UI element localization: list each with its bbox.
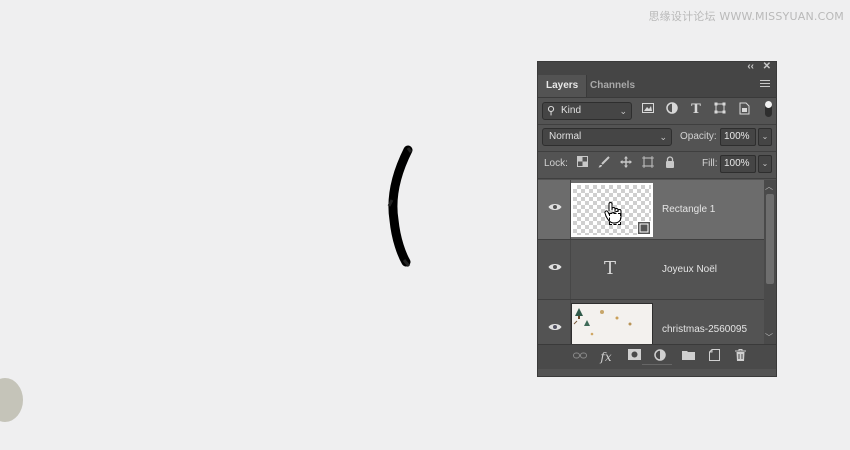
opacity-field[interactable]: 100% [720,128,756,146]
add-mask-icon[interactable] [626,349,642,365]
layer-name[interactable]: Rectangle 1 [662,204,715,215]
layers-bottom-toolbar: fx [538,344,776,369]
layer-row-rectangle-1[interactable]: Rectangle 1 [538,180,764,240]
smart-object-filter-icon[interactable] [736,102,752,118]
chevron-down-icon: ⌄ [619,106,627,116]
filter-kind-select[interactable]: ⚲ Kind ⌄ [542,102,632,120]
lock-artboard-icon[interactable] [640,156,656,172]
shape-filter-icon[interactable] [712,102,728,118]
layer-row-christmas-2560095[interactable]: christmas-2560095 [538,300,764,344]
adjustment-filter-icon[interactable] [664,102,680,118]
brush-stroke [387,145,413,267]
layer-thumbnail-photo[interactable] [571,303,653,344]
delete-layer-icon[interactable] [732,349,748,365]
blend-mode-select[interactable]: Normal ⌄ [542,128,672,146]
vector-mask-icon [637,221,651,235]
layers-list: Rectangle 1 T Joyeux Noël christmas-2560… [538,180,764,344]
image-filter-icon[interactable] [640,102,656,118]
divider [538,151,776,152]
lock-image-pixels-icon[interactable] [596,156,612,172]
filter-toggle-switch[interactable] [765,101,772,117]
fill-field[interactable]: 100% [720,155,756,173]
panel-title-bar[interactable]: ‹‹ ✕ [538,61,776,75]
visibility-eye-icon[interactable] [548,322,562,332]
scroll-thumb[interactable] [766,194,774,284]
scroll-down-icon[interactable]: ﹀ [765,332,773,343]
divider [538,124,776,125]
type-filter-icon[interactable]: T [688,102,704,118]
layer-row-joyeux-noel[interactable]: T Joyeux Noël [538,240,764,300]
watermark-text: 思缘设计论坛 WWW.MISSYUAN.COM [648,10,844,23]
new-adjustment-icon[interactable] [652,349,668,365]
layers-panel: ‹‹ ✕ Layers Channels ⚲ Kind ⌄ T Normal ⌄… [537,61,777,377]
layer-name[interactable]: Joyeux Noël [662,264,717,275]
search-icon: ⚲ [547,105,556,117]
layer-filter-row: ⚲ Kind ⌄ T [538,100,776,122]
lock-row: Lock: Fill: 100% ⌄ [538,154,776,176]
fill-label: Fill: [702,158,718,169]
text-layer-icon[interactable]: T [604,258,616,279]
visibility-eye-icon[interactable] [548,202,562,212]
link-layers-icon[interactable] [572,349,588,365]
collapse-panel-button[interactable]: ‹‹ [747,61,754,72]
new-group-icon[interactable] [680,349,696,365]
lock-all-icon[interactable] [662,156,678,172]
fill-dropdown-icon[interactable]: ⌄ [758,155,772,173]
lock-position-icon[interactable] [618,156,634,172]
layer-name[interactable]: christmas-2560095 [662,324,747,335]
close-panel-button[interactable]: ✕ [763,61,771,72]
blend-row: Normal ⌄ Opacity: 100% ⌄ [538,127,776,149]
chevron-down-icon: ⌄ [659,132,667,142]
panel-resize-grip[interactable] [642,364,672,369]
fx-icon[interactable]: fx [598,349,614,365]
layers-scrollbar[interactable]: ︿ ﹀ [764,180,776,344]
new-layer-icon[interactable] [706,349,722,365]
opacity-label: Opacity: [680,131,717,142]
visibility-eye-icon[interactable] [548,262,562,272]
filter-kind-label: Kind [561,105,582,116]
panel-menu-icon[interactable] [760,80,770,89]
tab-layers[interactable]: Layers [538,75,588,97]
lock-label: Lock: [544,158,568,169]
marquee-icon [609,213,621,225]
divider [538,178,776,179]
panel-tabs: Layers Channels [538,75,776,98]
blend-mode-value: Normal [549,131,582,142]
scroll-up-icon[interactable]: ︿ [765,181,773,192]
layer-thumbnail[interactable] [571,183,653,237]
tab-channels[interactable]: Channels [582,75,643,97]
opacity-dropdown-icon[interactable]: ⌄ [758,128,772,146]
lock-transparent-pixels-icon[interactable] [574,156,590,172]
canvas-blur-blob [0,378,23,422]
